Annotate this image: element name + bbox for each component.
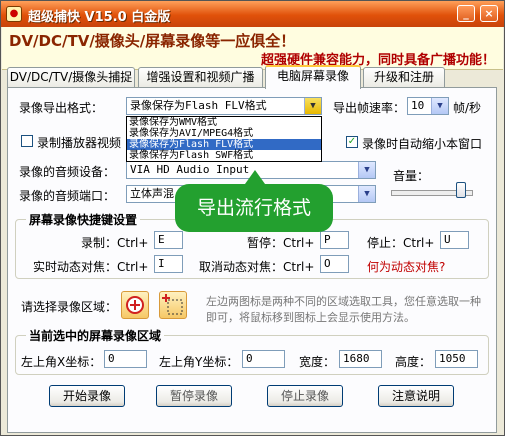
export-format-label: 录像导出格式：: [19, 101, 104, 115]
region-height-label: 高度：: [395, 355, 432, 369]
tab-upgrade-register[interactable]: 升级和注册: [363, 67, 445, 87]
promo-banner: DV/DC/TV/摄像头/屏幕录像等一应俱全！ 超强硬件兼容能力，同时具备广播功…: [2, 27, 503, 70]
close-button[interactable]: ×: [480, 5, 498, 22]
audio-device-label: 录像的音频设备：: [19, 165, 116, 179]
hotkey-pause-label: 暂停：Ctrl+: [247, 236, 315, 250]
region-crosshair-tool[interactable]: [121, 291, 149, 319]
pause-record-button[interactable]: 暂停录像: [156, 385, 232, 407]
region-select-label: 请选择录像区域：: [21, 300, 118, 314]
region-rectangle-tool[interactable]: [159, 291, 187, 319]
hotkey-stop-label: 停止：Ctrl+: [367, 236, 435, 250]
banner-line-1: DV/DC/TV/摄像头/屏幕录像等一应俱全！: [9, 32, 296, 50]
chevron-down-icon[interactable]: ▼: [304, 98, 321, 114]
hotkey-live-focus-label: 实时动态对焦：Ctrl+: [33, 260, 149, 274]
minimize-button[interactable]: _: [457, 5, 475, 22]
stop-record-button[interactable]: 停止录像: [267, 385, 343, 407]
fps-value: 10: [411, 99, 425, 112]
fps-unit: 帧/秒: [453, 101, 482, 115]
export-format-select[interactable]: 录像保存为Flash FLV格式 ▼: [126, 97, 322, 115]
audio-port-label: 录像的音频端口：: [19, 189, 116, 203]
window-title: 超级捕快 V15.0 白金版: [28, 10, 171, 25]
export-format-value: 录像保存为Flash FLV格式: [130, 99, 267, 112]
volume-slider-thumb[interactable]: [456, 182, 467, 198]
current-region-title: 当前选中的屏幕录像区域: [26, 327, 165, 344]
crosshair-icon: [126, 296, 144, 314]
format-option-avi[interactable]: 录像保存为AVI/MPEG4格式: [127, 128, 321, 139]
hotkey-cancel-focus-label: 取消动态对焦：Ctrl+: [199, 260, 315, 274]
volume-label: 音量：: [393, 169, 430, 183]
auto-minimize-label: 录像时自动缩小本窗口: [362, 137, 483, 151]
hotkey-stop-input[interactable]: U: [440, 231, 469, 249]
hotkey-record-label: 录制：Ctrl+: [81, 236, 149, 250]
region-x-label: 左上角X坐标：: [21, 355, 102, 369]
format-tooltip: 导出流行格式: [175, 170, 333, 232]
hotkey-cancel-focus-input[interactable]: O: [320, 255, 349, 273]
region-x-input[interactable]: 0: [104, 350, 147, 368]
format-option-flv[interactable]: 录像保存为Flash FLV格式: [127, 139, 321, 150]
audio-device-value: VIA HD Audio Input: [130, 163, 250, 176]
region-width-input[interactable]: 1680: [339, 350, 382, 368]
app-window: ● 超级捕快 V15.0 白金版 _ × DV/DC/TV/摄像头/屏幕录像等一…: [0, 0, 505, 436]
region-height-input[interactable]: 1050: [435, 350, 478, 368]
app-icon: ●: [6, 6, 22, 22]
fps-select[interactable]: 10 ▼: [407, 97, 449, 115]
format-option-swf[interactable]: 录像保存为Flash SWF格式: [127, 150, 321, 161]
title-bar[interactable]: ● 超级捕快 V15.0 白金版 _ ×: [1, 1, 504, 27]
selection-rectangle-icon: [162, 294, 183, 315]
fps-label: 导出帧速率：: [333, 101, 406, 115]
chevron-down-icon[interactable]: ▼: [358, 162, 375, 178]
audio-port-value: 立体声混: [130, 187, 174, 200]
export-format-dropdown: 录像保存为WMV格式 录像保存为AVI/MPEG4格式 录像保存为Flash F…: [126, 116, 322, 162]
format-option-wmv[interactable]: 录像保存为WMV格式: [127, 117, 321, 128]
chevron-down-icon[interactable]: ▼: [358, 186, 375, 202]
region-y-label: 左上角Y坐标：: [159, 355, 239, 369]
tab-screen-record[interactable]: 电脑屏幕录像: [265, 65, 361, 89]
hotkeys-group-title: 屏幕录像快捷键设置: [26, 211, 141, 228]
tab-enhanced-broadcast[interactable]: 增强设置和视频广播: [138, 67, 263, 87]
record-player-label: 录制播放器视频: [37, 136, 122, 150]
chevron-down-icon[interactable]: ▼: [431, 98, 448, 114]
dynamic-focus-help-link[interactable]: 何为动态对焦?: [367, 258, 445, 275]
hotkey-live-focus-input[interactable]: I: [154, 255, 183, 273]
hotkey-record-input[interactable]: E: [154, 231, 183, 249]
hotkey-pause-input[interactable]: P: [320, 231, 349, 249]
notes-button[interactable]: 注意说明: [378, 385, 454, 407]
region-width-label: 宽度：: [299, 355, 336, 369]
start-record-button[interactable]: 开始录像: [49, 385, 125, 407]
tab-capture[interactable]: DV/DC/TV/摄像头捕捉: [7, 67, 135, 87]
auto-minimize-checkbox[interactable]: ✓: [346, 136, 358, 148]
record-player-checkbox[interactable]: [21, 135, 33, 147]
region-tool-hint: 左边两图标是两种不同的区域选取工具，您任意选取一种即可，将鼠标移到图标上会显示使…: [206, 295, 481, 324]
region-y-input[interactable]: 0: [242, 350, 285, 368]
